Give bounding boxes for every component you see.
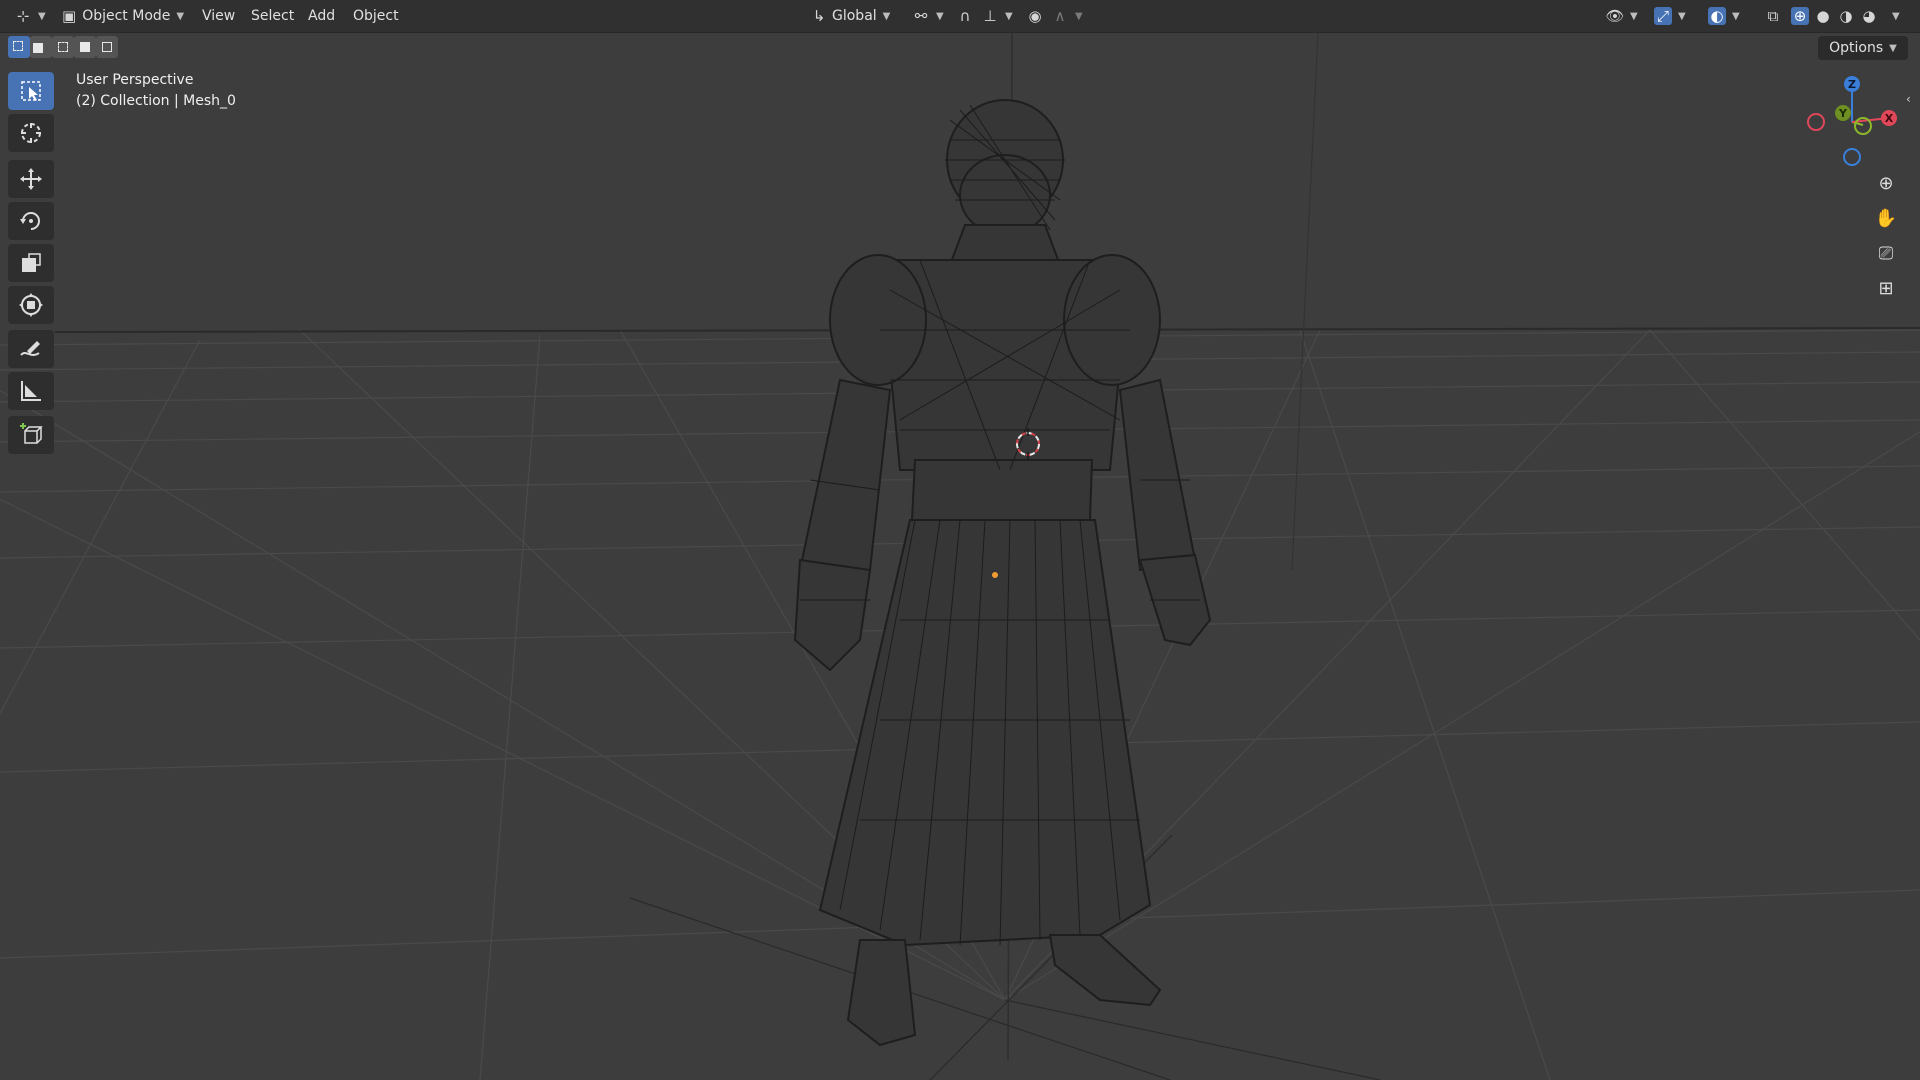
tool-rotate[interactable] [8, 202, 54, 240]
options-label: Options [1829, 40, 1884, 56]
select-subtract-icon [58, 42, 68, 52]
3d-viewport[interactable] [0, 0, 1920, 1080]
chevron-down-icon: ▼ [1630, 10, 1638, 22]
menu-select[interactable]: Select [245, 4, 300, 28]
camera-icon: ⎚ [1878, 242, 1894, 264]
scale-icon [22, 253, 41, 272]
pivot-point-dropdown[interactable]: ⚯ ▼ [906, 4, 950, 28]
editor-type-icon: ⊹ [16, 7, 30, 25]
viewport-header: ⊹ ▼ ▣ Object Mode ▼ View Select Add Objec… [0, 0, 1920, 33]
tool-select-box[interactable] [8, 72, 54, 110]
ortho-toggle-button[interactable]: ⊞ [1870, 272, 1902, 304]
select-subtract-button[interactable] [52, 36, 74, 58]
gizmo-neg-z[interactable] [1843, 148, 1861, 166]
measure-icon [21, 381, 41, 401]
tool-transform[interactable] [8, 286, 54, 324]
xray-toggle[interactable]: ⧉ [1758, 4, 1788, 28]
grid-icon: ⊞ [1878, 277, 1894, 299]
rotate-icon [20, 212, 40, 230]
xray-icon: ⧉ [1767, 7, 1779, 25]
overlays-toggle[interactable]: ◐ ▼ [1702, 4, 1746, 28]
select-invert-button[interactable] [74, 36, 96, 58]
snap-increment-icon: ⊥ [983, 7, 997, 25]
tool-add-cube[interactable] [8, 416, 54, 454]
orientation-icon: ↳ [812, 7, 826, 25]
material-shading-icon: ◑ [1839, 7, 1853, 25]
add-cube-icon [20, 423, 43, 444]
mode-label: Object Mode [82, 8, 171, 24]
chevron-down-icon: ▼ [1889, 42, 1897, 54]
visibility-dropdown[interactable]: 👁 ▼ [1600, 4, 1644, 28]
menu-view[interactable]: View [196, 4, 241, 28]
view-name: User Perspective [76, 72, 194, 88]
chevron-down-icon: ▼ [1005, 10, 1013, 22]
transform-icon [19, 293, 43, 317]
chevron-down-icon: ▼ [176, 10, 185, 22]
rendered-shading-icon: ◕ [1862, 7, 1876, 25]
eye-icon: 👁 [1605, 7, 1625, 25]
camera-view-button[interactable]: ⎚ [1870, 237, 1902, 269]
viewport-info: User Perspective (2) Collection | Mesh_0 [76, 70, 236, 112]
solid-shading-icon: ● [1816, 7, 1830, 25]
transform-orientation-dropdown[interactable]: ↳ Global ▼ [804, 4, 900, 28]
move-icon [20, 168, 42, 190]
chevron-down-icon: ▼ [38, 10, 46, 22]
annotate-icon [20, 341, 40, 356]
gizmo-x-label: X [1885, 112, 1894, 125]
tool-move[interactable] [8, 160, 54, 198]
chevron-down-icon: ▼ [1678, 10, 1686, 22]
select-intersect-icon [102, 42, 112, 52]
pivot-icon: ⚯ [914, 7, 928, 25]
zoom-icon: ⊕ [1878, 172, 1894, 194]
menu-add[interactable]: Add [302, 4, 341, 28]
mode-selector[interactable]: ▣ Object Mode ▼ [56, 4, 186, 28]
tool-scale[interactable] [8, 244, 54, 282]
select-new-button[interactable] [8, 36, 30, 58]
gizmo-toggle[interactable]: ⤢ ▼ [1648, 4, 1692, 28]
select-invert-icon [80, 42, 90, 52]
pan-button[interactable]: ✋ [1870, 202, 1902, 234]
gizmo-z-label: Z [1848, 78, 1856, 91]
gizmo-icon: ⤢ [1654, 7, 1672, 25]
select-intersect-button[interactable] [96, 36, 118, 58]
proportional-edit-icon: ◉ [1028, 7, 1042, 25]
collection-info: (2) Collection | Mesh_0 [76, 93, 236, 109]
snap-target-dropdown[interactable]: ⊥ ▼ [975, 4, 1019, 28]
zoom-button[interactable]: ⊕ [1870, 167, 1902, 199]
chevron-down-icon: ▼ [1892, 10, 1900, 22]
select-box-icon [21, 81, 41, 101]
overlays-icon: ◐ [1708, 7, 1726, 25]
gizmo-neg-x[interactable] [1807, 113, 1825, 131]
navigation-gizmo[interactable]: Z Y X [1800, 70, 1912, 170]
chevron-down-icon: ▼ [936, 10, 944, 22]
magnet-icon: ∩ [959, 7, 971, 25]
chevron-down-icon: ▼ [1732, 10, 1740, 22]
select-extend-button[interactable] [30, 36, 52, 58]
falloff-curve-icon: ∧ [1054, 7, 1066, 25]
chevron-down-icon: ▼ [882, 10, 891, 22]
gizmo-y-label: Y [1838, 107, 1848, 120]
wireframe-shading-icon: ⊕ [1791, 7, 1809, 25]
cursor-icon [21, 123, 41, 143]
object-origin [992, 572, 998, 578]
orientation-label: Global [832, 8, 877, 24]
chevron-down-icon: ▼ [1075, 10, 1083, 22]
proportional-falloff-dropdown[interactable]: ∧ ▼ [1045, 4, 1089, 28]
tool-cursor[interactable] [8, 114, 54, 152]
select-extend-icon [33, 43, 43, 53]
object-mode-icon: ▣ [62, 7, 77, 25]
tool-annotate[interactable] [8, 330, 54, 368]
menu-object[interactable]: Object [347, 4, 405, 28]
editor-type-menu[interactable]: ⊹ ▼ [8, 4, 52, 28]
select-new-icon [13, 41, 23, 51]
sidebar-toggle-icon[interactable]: ‹ [1906, 92, 1911, 106]
tool-measure[interactable] [8, 372, 54, 410]
shading-options-dropdown[interactable]: ▼ [1880, 4, 1906, 28]
options-dropdown[interactable]: Options ▼ [1818, 36, 1908, 60]
hand-icon: ✋ [1874, 207, 1898, 229]
